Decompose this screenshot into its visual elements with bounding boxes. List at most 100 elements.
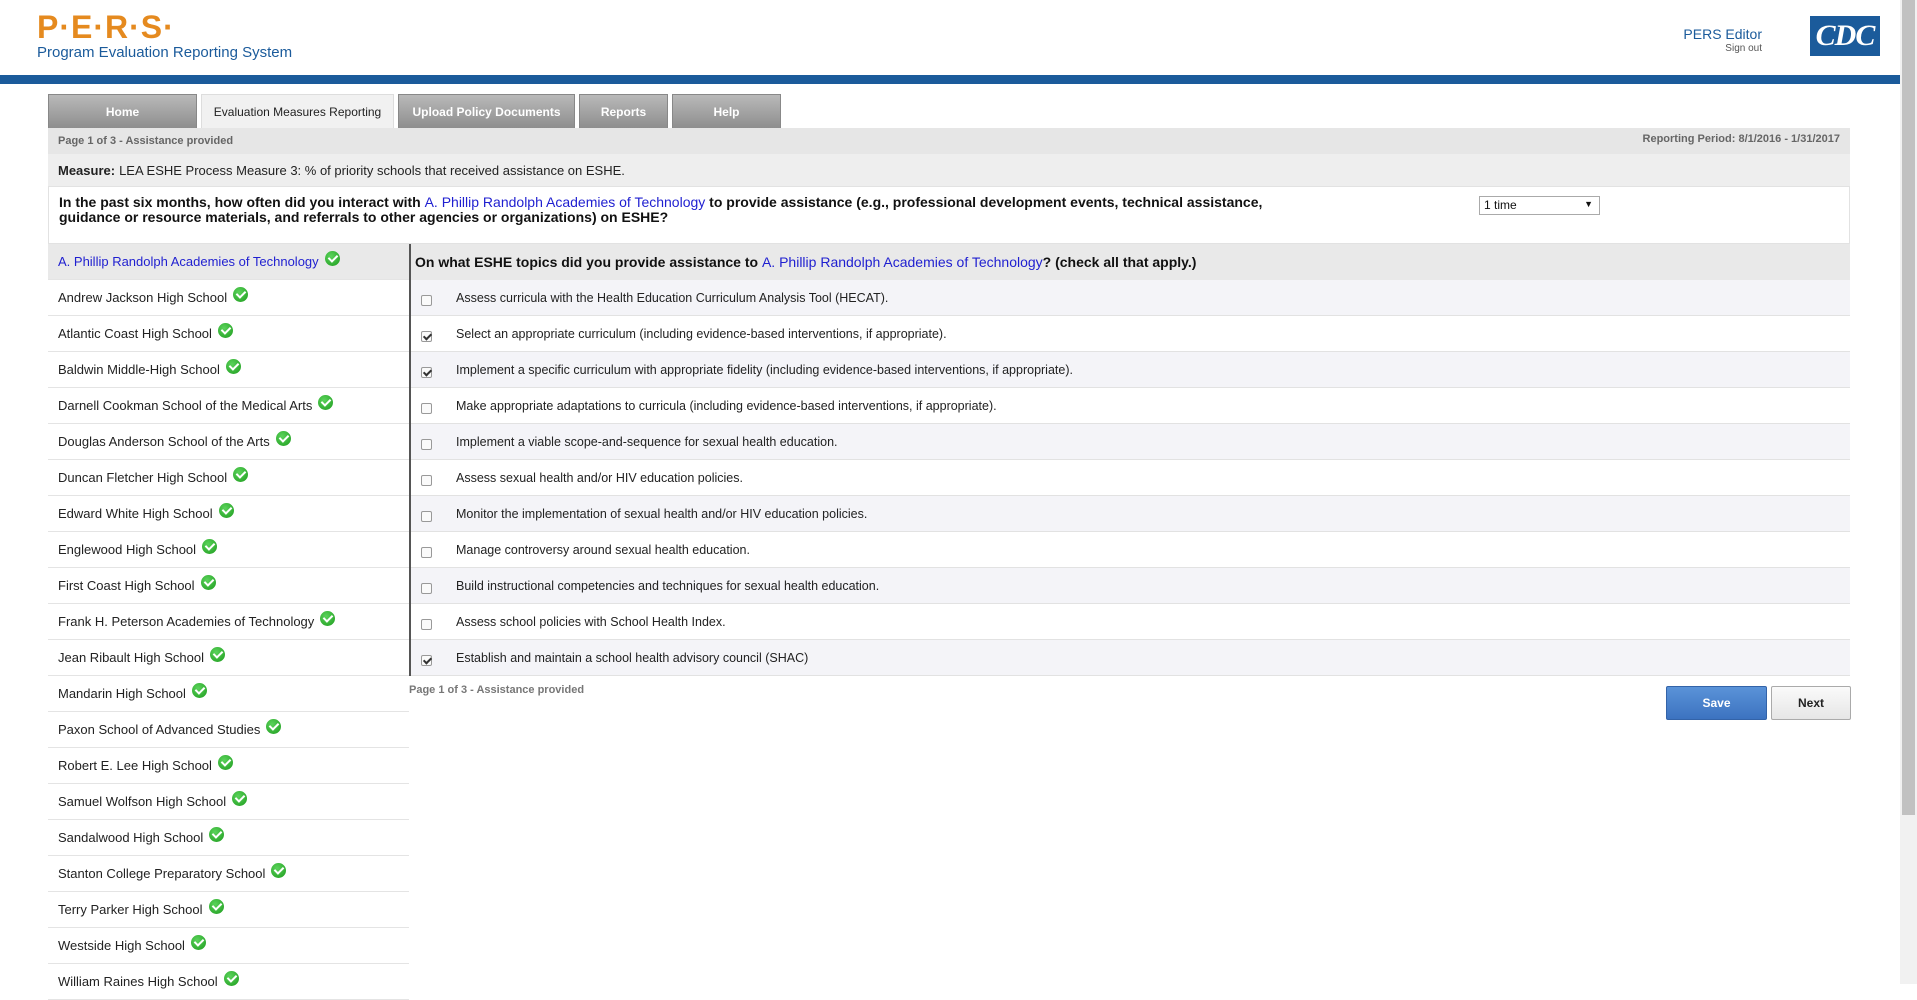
school-list-item[interactable]: Stanton College Preparatory School (48, 856, 409, 892)
topic-label[interactable]: Make appropriate adaptations to curricul… (456, 399, 997, 413)
topic-label[interactable]: Assess sexual health and/or HIV educatio… (456, 471, 743, 485)
school-name: Edward White High School (58, 506, 213, 521)
topic-label[interactable]: Select an appropriate curriculum (includ… (456, 327, 947, 341)
school-name: Frank H. Peterson Academies of Technolog… (58, 614, 315, 629)
complete-check-icon (202, 539, 218, 554)
topics-list: Assess curricula with the Health Educati… (411, 280, 1850, 676)
school-name: Darnell Cookman School of the Medical Ar… (58, 398, 313, 413)
school-list-item[interactable]: Frank H. Peterson Academies of Technolog… (48, 604, 409, 640)
topic-row: Make appropriate adaptations to curricul… (411, 388, 1850, 424)
topic-checkbox[interactable] (421, 331, 432, 342)
logo-text: P·E·R·S· (37, 9, 175, 45)
topics-suffix: ? (check all that apply.) (1042, 254, 1197, 270)
complete-check-icon (233, 287, 249, 302)
topic-checkbox[interactable] (421, 439, 432, 450)
school-list-item[interactable]: A. Phillip Randolph Academies of Technol… (48, 244, 409, 280)
topic-label[interactable]: Assess curricula with the Health Educati… (456, 291, 888, 305)
school-list-item[interactable]: Darnell Cookman School of the Medical Ar… (48, 388, 409, 424)
topic-label[interactable]: Assess school policies with School Healt… (456, 615, 726, 629)
school-list-item[interactable]: Paxon School of Advanced Studies (48, 712, 409, 748)
topic-checkbox[interactable] (421, 547, 432, 558)
school-list-item[interactable]: Samuel Wolfson High School (48, 784, 409, 820)
school-list-item[interactable]: Atlantic Coast High School (48, 316, 409, 352)
tab-home[interactable]: Home (48, 94, 197, 128)
school-name: Baldwin Middle-High School (58, 362, 220, 377)
complete-check-icon (200, 575, 216, 590)
frequency-select[interactable]: 1 time ▼ (1479, 196, 1600, 215)
complete-check-icon (218, 503, 234, 518)
save-button[interactable]: Save (1666, 686, 1767, 720)
school-list-item[interactable]: Mandarin High School (48, 676, 409, 712)
question-school-link[interactable]: A. Phillip Randolph Academies of Technol… (425, 194, 706, 210)
complete-check-icon (233, 467, 249, 482)
school-name: Paxon School of Advanced Studies (58, 722, 261, 737)
topic-label[interactable]: Implement a specific curriculum with app… (456, 363, 1073, 377)
tab-reports[interactable]: Reports (579, 94, 668, 128)
tab-evaluation-measures-reporting[interactable]: Evaluation Measures Reporting (201, 94, 394, 128)
school-name: Andrew Jackson High School (58, 290, 228, 305)
school-list-item[interactable]: Westside High School (48, 928, 409, 964)
sign-out-link[interactable]: Sign out (1683, 43, 1762, 54)
school-list-item[interactable]: Edward White High School (48, 496, 409, 532)
user-name[interactable]: PERS Editor (1683, 26, 1762, 42)
page-indicator: Page 1 of 3 - Assistance provided (58, 135, 234, 147)
school-list-item[interactable]: Robert E. Lee High School (48, 748, 409, 784)
topics-school-link[interactable]: A. Phillip Randolph Academies of Technol… (762, 254, 1043, 270)
measure-label: Measure: (58, 162, 116, 178)
main-panel: Page 1 of 3 - Assistance provided Report… (48, 128, 1850, 244)
topic-row: Implement a viable scope-and-sequence fo… (411, 424, 1850, 460)
scrollbar-thumb[interactable] (1902, 0, 1915, 815)
complete-check-icon (271, 863, 287, 878)
school-list-item[interactable]: Sandalwood High School (48, 820, 409, 856)
complete-check-icon (324, 251, 340, 266)
school-list-item[interactable]: Baldwin Middle-High School (48, 352, 409, 388)
cdc-logo[interactable]: CDC (1810, 16, 1880, 56)
topic-checkbox[interactable] (421, 655, 432, 666)
complete-check-icon (209, 827, 225, 842)
school-list-item[interactable]: Terry Parker High School (48, 892, 409, 928)
school-list-item[interactable]: First Coast High School (48, 568, 409, 604)
tab-label: Upload Policy Documents (412, 104, 561, 119)
next-button[interactable]: Next (1771, 686, 1851, 720)
dropdown-arrow-icon: ▼ (1584, 199, 1593, 209)
topic-label[interactable]: Monitor the implementation of sexual hea… (456, 507, 867, 521)
topic-label[interactable]: Manage controversy around sexual health … (456, 543, 750, 557)
topic-checkbox[interactable] (421, 295, 432, 306)
reporting-period: Reporting Period: 8/1/2016 - 1/31/2017 (1642, 133, 1840, 145)
complete-check-icon (225, 359, 241, 374)
school-list-item[interactable]: Jean Ribault High School (48, 640, 409, 676)
complete-check-icon (318, 395, 334, 410)
main-tabs: Home Evaluation Measures Reporting Uploa… (48, 94, 785, 128)
topic-checkbox[interactable] (421, 511, 432, 522)
school-list-item[interactable]: Englewood High School (48, 532, 409, 568)
topic-checkbox[interactable] (421, 403, 432, 414)
tab-label: Help (713, 104, 740, 119)
logo-subtitle: Program Evaluation Reporting System (37, 44, 293, 61)
pers-logo[interactable]: P·E·R·S· Program Evaluation Reporting Sy… (37, 10, 292, 61)
topic-label[interactable]: Establish and maintain a school health a… (456, 651, 808, 665)
topic-row: Select an appropriate curriculum (includ… (411, 316, 1850, 352)
tab-help[interactable]: Help (672, 94, 781, 128)
topic-checkbox[interactable] (421, 619, 432, 630)
page-indicator-bottom: Page 1 of 3 - Assistance provided (409, 684, 585, 696)
topic-row: Assess curricula with the Health Educati… (411, 280, 1850, 316)
complete-check-icon (190, 935, 206, 950)
topic-row: Build instructional competencies and tec… (411, 568, 1850, 604)
topic-label[interactable]: Build instructional competencies and tec… (456, 579, 879, 593)
topic-row: Assess sexual health and/or HIV educatio… (411, 460, 1850, 496)
pager-bar: Page 1 of 3 - Assistance provided Report… (48, 128, 1850, 154)
school-list-item[interactable]: Douglas Anderson School of the Arts (48, 424, 409, 460)
school-list-item[interactable]: Andrew Jackson High School (48, 280, 409, 316)
topic-checkbox[interactable] (421, 367, 432, 378)
topics-question: On what ESHE topics did you provide assi… (411, 244, 1850, 280)
measure-text: LEA ESHE Process Measure 3: % of priorit… (119, 162, 625, 178)
complete-check-icon (320, 611, 336, 626)
school-list-item[interactable]: Duncan Fletcher High School (48, 460, 409, 496)
topic-checkbox[interactable] (421, 475, 432, 486)
topic-checkbox[interactable] (421, 583, 432, 594)
topic-label[interactable]: Implement a viable scope-and-sequence fo… (456, 435, 838, 449)
topics-prefix: On what ESHE topics did you provide assi… (415, 254, 759, 270)
school-list-item[interactable]: William Raines High School (48, 964, 409, 1000)
page-scrollbar[interactable] (1900, 0, 1917, 984)
tab-upload-policy-documents[interactable]: Upload Policy Documents (398, 94, 575, 128)
